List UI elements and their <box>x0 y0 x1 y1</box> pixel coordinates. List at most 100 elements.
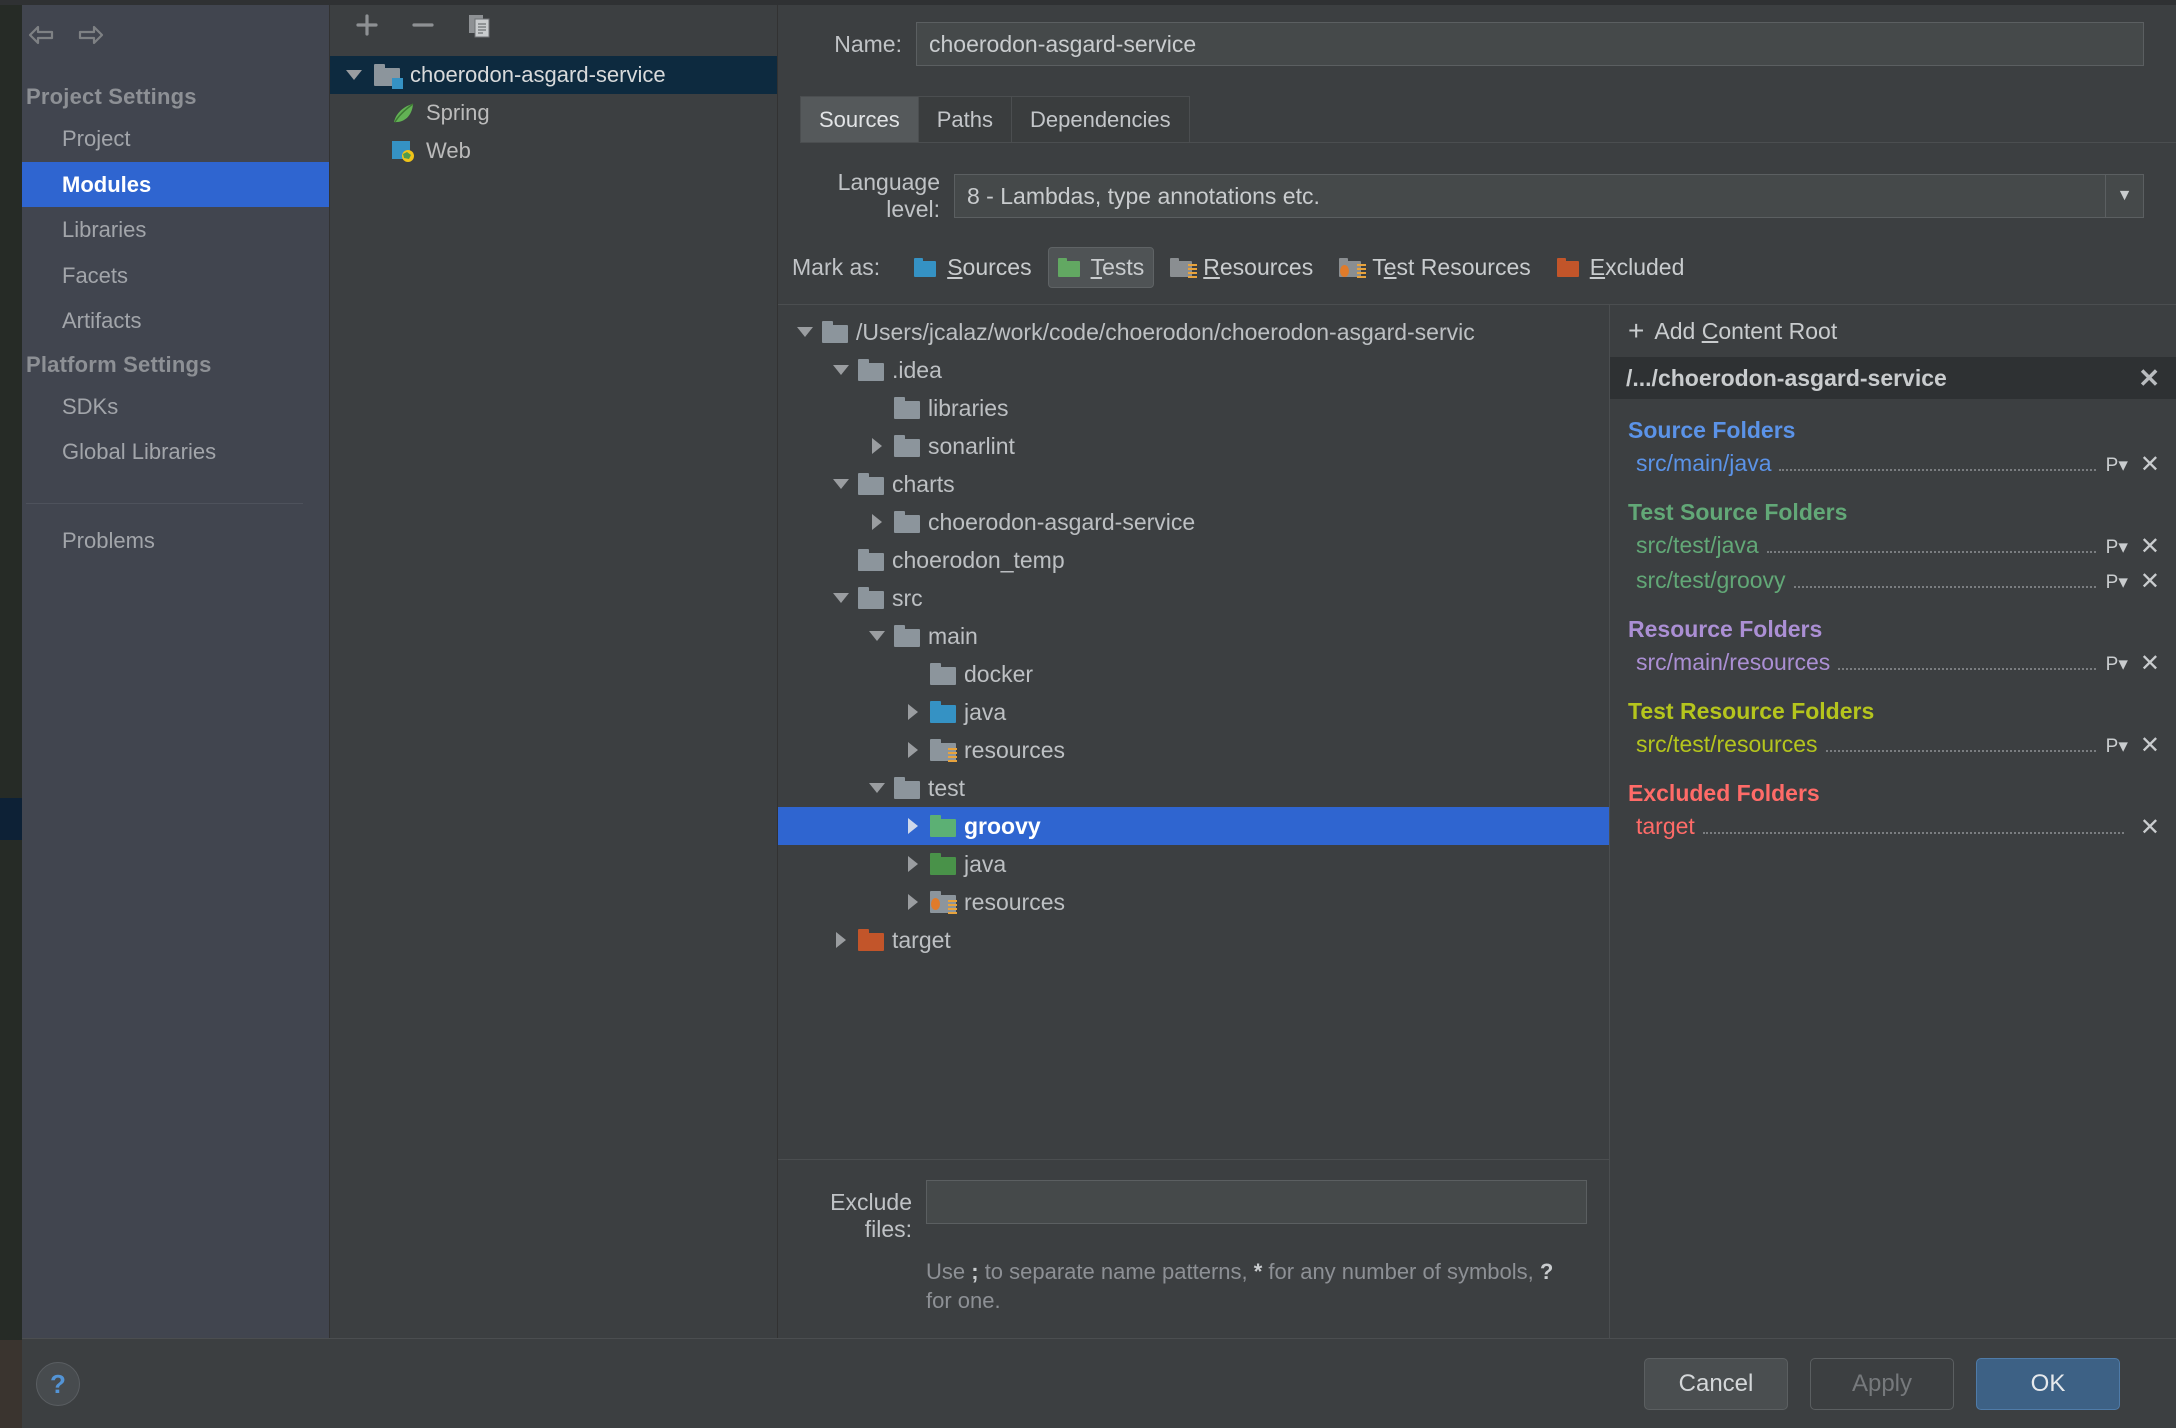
add-content-root-button[interactable]: + Add Content Root <box>1610 305 2176 357</box>
cancel-button[interactable]: Cancel <box>1644 1357 1788 1410</box>
copy-icon[interactable] <box>464 10 494 40</box>
sidebar-item-global-libraries[interactable]: Global Libraries <box>0 429 329 475</box>
chevron-right-icon[interactable] <box>824 932 858 948</box>
table-row[interactable]: sonarlint <box>778 427 1609 465</box>
chevron-down-icon[interactable] <box>824 365 858 375</box>
root-folder-item[interactable]: src/test/groovy P▾ ✕ <box>1610 563 2176 598</box>
sidebar-item-artifacts[interactable]: Artifacts <box>0 298 329 344</box>
package-prefix-button[interactable]: P▾ <box>2106 735 2128 758</box>
close-icon[interactable]: ✕ <box>2134 652 2160 676</box>
table-row[interactable]: test <box>778 769 1609 807</box>
table-row[interactable]: /Users/jcalaz/work/code/choerodon/choero… <box>778 313 1609 351</box>
package-prefix-button[interactable]: P▾ <box>2106 653 2128 676</box>
mark-as-label: Mark as: <box>792 254 881 280</box>
chevron-right-icon[interactable] <box>860 514 894 530</box>
tree-row-label: .idea <box>892 356 942 383</box>
module-tree: choerodon-asgard-service Spring Web <box>330 50 777 170</box>
settings-sidebar: Project Settings Project Modules Librari… <box>0 0 330 1338</box>
tree-row-label: charts <box>892 470 955 497</box>
package-prefix-button[interactable]: P▾ <box>2106 571 2128 594</box>
folder-icon <box>858 587 884 609</box>
table-row[interactable]: choerodon-asgard-service <box>778 503 1609 541</box>
chevron-right-icon[interactable] <box>896 704 930 720</box>
module-tree-row-spring[interactable]: Spring <box>330 94 777 132</box>
tree-row-label: choerodon-asgard-service <box>928 508 1196 535</box>
root-folder-item[interactable]: src/main/resources P▾ ✕ <box>1610 645 2176 680</box>
close-icon[interactable]: ✕ <box>2134 816 2160 840</box>
close-icon[interactable]: ✕ <box>2138 363 2160 394</box>
folder-test-resources-icon <box>1339 258 1367 278</box>
package-prefix-button[interactable]: P▾ <box>2106 536 2128 559</box>
table-row[interactable]: resources <box>778 731 1609 769</box>
chevron-right-icon[interactable] <box>860 438 894 454</box>
chevron-right-icon[interactable] <box>896 856 930 872</box>
chevron-down-icon[interactable]: ▼ <box>2105 175 2143 217</box>
table-row[interactable]: resources <box>778 883 1609 921</box>
folder-icon <box>894 397 920 419</box>
folder-excluded-icon <box>1556 258 1583 277</box>
tab-paths[interactable]: Paths <box>917 96 1012 142</box>
group-title-test-source-folders: Test Source Folders <box>1628 499 1848 525</box>
module-name-input[interactable]: choerodon-asgard-service <box>916 22 2144 66</box>
content-file-tree: /Users/jcalaz/work/code/choerodon/choero… <box>778 305 1609 1159</box>
table-row[interactable]: java <box>778 693 1609 731</box>
dialog-button-bar: ? Cancel Apply OK <box>0 1338 2176 1428</box>
mark-as-tests-button[interactable]: Tests <box>1047 247 1155 288</box>
sidebar-item-libraries[interactable]: Libraries <box>0 207 329 253</box>
chevron-down-icon[interactable] <box>788 327 822 337</box>
mark-as-resources-button[interactable]: Resources <box>1160 247 1323 288</box>
close-icon[interactable]: ✕ <box>2134 453 2160 477</box>
table-row[interactable]: charts <box>778 465 1609 503</box>
sidebar-item-project[interactable]: Project <box>0 116 329 162</box>
table-row[interactable]: java <box>778 845 1609 883</box>
chevron-right-icon[interactable] <box>896 742 930 758</box>
close-icon[interactable]: ✕ <box>2134 535 2160 559</box>
root-folder-item[interactable]: target ✕ <box>1610 809 2176 844</box>
language-level-select[interactable]: 8 - Lambdas, type annotations etc. ▼ <box>954 174 2144 218</box>
plus-icon[interactable] <box>352 10 382 40</box>
sidebar-item-facets[interactable]: Facets <box>0 253 329 299</box>
table-row[interactable]: docker <box>778 655 1609 693</box>
tab-dependencies[interactable]: Dependencies <box>1010 96 1190 142</box>
close-icon[interactable]: ✕ <box>2134 570 2160 594</box>
exclude-files-input[interactable] <box>926 1179 1587 1224</box>
chevron-down-icon[interactable] <box>824 479 858 489</box>
arrow-left-icon[interactable] <box>26 22 56 48</box>
table-row[interactable]: main <box>778 617 1609 655</box>
sidebar-item-problems[interactable]: Problems <box>0 518 329 564</box>
table-row[interactable]: target <box>778 921 1609 959</box>
mark-as-sources-button[interactable]: Sources <box>904 247 1041 288</box>
table-row[interactable]: src <box>778 579 1609 617</box>
root-folder-item[interactable]: src/test/resources P▾ ✕ <box>1610 727 2176 762</box>
minus-icon[interactable] <box>408 10 438 40</box>
chevron-right-icon[interactable] <box>896 818 930 834</box>
chevron-down-icon[interactable] <box>860 783 894 793</box>
help-button[interactable]: ? <box>36 1362 80 1406</box>
chevron-right-icon[interactable] <box>896 894 930 910</box>
tab-sources[interactable]: Sources <box>800 96 919 142</box>
root-folder-item[interactable]: src/main/java P▾ ✕ <box>1610 446 2176 481</box>
folder-resources-icon <box>1170 258 1198 278</box>
chevron-down-icon[interactable] <box>860 631 894 641</box>
chevron-down-icon[interactable] <box>344 70 364 80</box>
sidebar-item-modules[interactable]: Modules <box>0 161 329 207</box>
table-row[interactable]: groovy <box>778 807 1609 845</box>
table-row[interactable]: .idea <box>778 351 1609 389</box>
table-row[interactable]: libraries <box>778 389 1609 427</box>
mark-as-excluded-button[interactable]: Excluded <box>1547 247 1695 288</box>
arrow-right-icon[interactable] <box>76 22 106 48</box>
module-list-panel: choerodon-asgard-service Spring Web <box>330 0 778 1338</box>
ok-button[interactable]: OK <box>1976 1357 2120 1410</box>
mark-as-test-resources-button[interactable]: Test Resources <box>1329 247 1541 288</box>
folder-sources-icon <box>914 258 940 277</box>
hint-part-4: for one. <box>926 1288 1001 1314</box>
module-tree-row-web[interactable]: Web <box>330 132 777 170</box>
folder-icon <box>894 435 920 457</box>
root-folder-item[interactable]: src/test/java P▾ ✕ <box>1610 528 2176 563</box>
table-row[interactable]: choerodon_temp <box>778 541 1609 579</box>
chevron-down-icon[interactable] <box>824 593 858 603</box>
package-prefix-button[interactable]: P▾ <box>2106 454 2128 477</box>
sidebar-item-sdks[interactable]: SDKs <box>0 384 329 430</box>
module-tree-row-module[interactable]: choerodon-asgard-service <box>330 56 777 94</box>
close-icon[interactable]: ✕ <box>2134 734 2160 758</box>
